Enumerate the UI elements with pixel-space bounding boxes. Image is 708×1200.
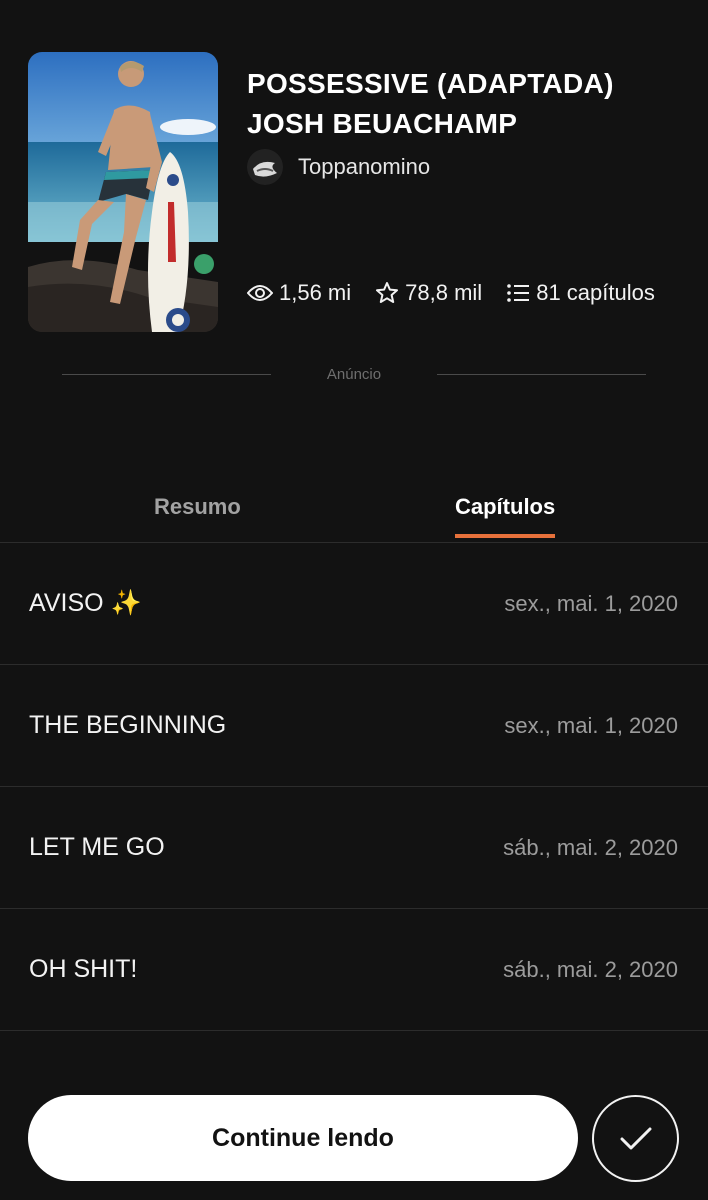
story-title-line1: POSSESSIVE (ADAPTADA)	[247, 68, 614, 99]
star-icon	[376, 282, 399, 303]
chapter-item[interactable]: OH SHIT! sáb., mai. 2, 2020	[0, 909, 708, 1031]
chapter-title: LET ME GO	[29, 833, 165, 861]
divider-line-left	[62, 373, 271, 375]
checkmark-icon	[620, 1127, 651, 1149]
chapter-title: THE BEGINNING	[29, 711, 227, 739]
parts-stat: 81 capítulos	[506, 280, 655, 306]
chapter-list: AVISO ✨ sex., mai. 1, 2020 THE BEGINNING…	[0, 543, 708, 1031]
chapter-title: OH SHIT!	[29, 955, 138, 983]
mark-read-button[interactable]	[592, 1095, 679, 1182]
chapter-title: AVISO ✨	[29, 589, 142, 617]
parts-count: 81 capítulos	[536, 280, 655, 305]
tab-resumo[interactable]: Resumo	[154, 494, 241, 534]
story-title-line2: JOSH BEUACHAMP	[247, 108, 518, 139]
ad-divider: Anúncio	[62, 362, 646, 386]
votes-stat: 78,8 mil	[375, 280, 482, 306]
chapter-date: sáb., mai. 2, 2020	[503, 834, 678, 860]
reads-count: 1,56 mi	[279, 280, 352, 305]
story-stats: 1,56 mi 78,8 mil 81 capítulos	[247, 278, 655, 308]
chapter-date: sex., mai. 1, 2020	[504, 590, 678, 616]
story-cover	[28, 52, 218, 332]
tab-bar: Resumo Capítulos	[0, 476, 708, 543]
chapter-item[interactable]: LET ME GO sáb., mai. 2, 2020	[0, 787, 708, 909]
votes-count: 78,8 mil	[405, 280, 483, 305]
chapter-date: sex., mai. 1, 2020	[504, 712, 678, 738]
author-link[interactable]: Toppanomino	[247, 148, 430, 186]
divider-line-right	[437, 373, 646, 375]
reads-stat: 1,56 mi	[247, 280, 351, 306]
chapter-item[interactable]: AVISO ✨ sex., mai. 1, 2020	[0, 543, 708, 665]
story-title: POSSESSIVE (ADAPTADA) JOSH BEUACHAMP	[247, 64, 677, 144]
chapter-date: sáb., mai. 2, 2020	[503, 956, 678, 982]
eye-icon	[247, 285, 273, 301]
list-icon	[507, 284, 530, 302]
continue-reading-button[interactable]: Continue lendo	[28, 1095, 578, 1181]
tab-capitulos[interactable]: Capítulos	[455, 494, 556, 538]
chapter-item[interactable]: THE BEGINNING sex., mai. 1, 2020	[0, 665, 708, 787]
author-avatar	[247, 149, 283, 185]
ad-label: Anúncio	[326, 365, 382, 383]
author-name: Toppanomino	[298, 154, 431, 179]
